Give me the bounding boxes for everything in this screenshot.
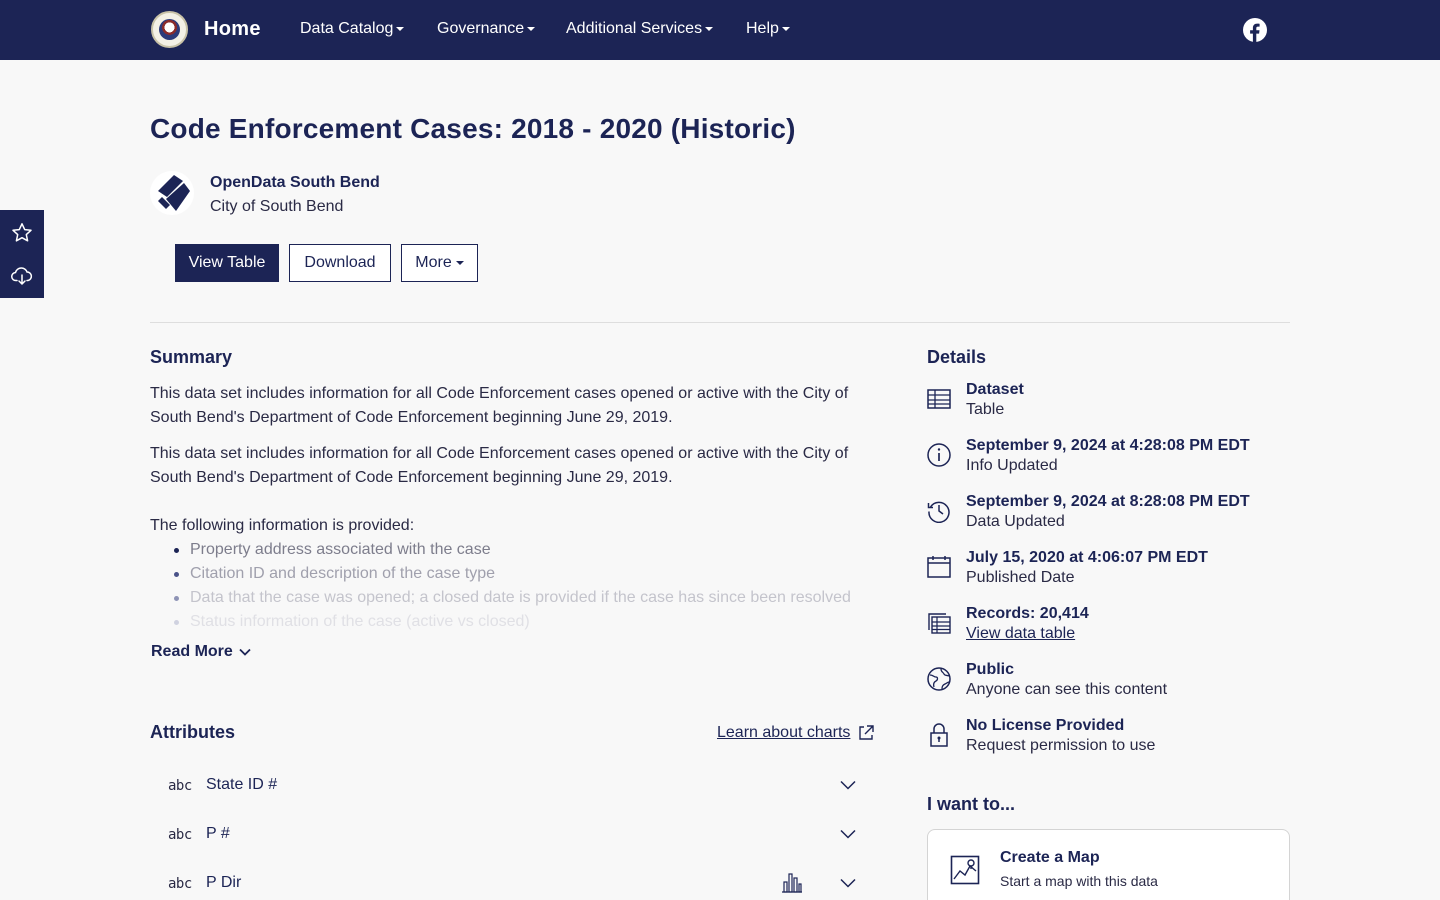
detail-title: Public	[966, 661, 1015, 678]
detail-subtitle: Info Updated	[966, 457, 1058, 474]
card-title: Create a Map	[1000, 849, 1100, 866]
string-type-icon: abc	[168, 827, 192, 843]
top-navigation-bar: Home Data Catalog Governance Additional …	[0, 0, 1440, 60]
detail-item-published: July 15, 2020 at 4:06:07 PM EDT Publishe…	[927, 549, 1287, 593]
detail-subtitle: Published Date	[966, 569, 1075, 586]
detail-item-records: Records: 20,414 View data table	[927, 605, 1287, 649]
chevron-down-icon	[239, 648, 251, 656]
download-button[interactable]: Download	[289, 244, 391, 282]
list-item: Citation ID and description of the case …	[190, 565, 496, 582]
read-more-label: Read More	[151, 643, 233, 660]
side-action-rail	[0, 210, 44, 298]
detail-title: September 9, 2024 at 8:28:08 PM EDT	[966, 493, 1250, 510]
list-item: Data that the case was opened; a closed …	[190, 589, 851, 606]
view-data-table-link[interactable]: View data table	[966, 625, 1075, 643]
string-type-icon: abc	[168, 778, 192, 794]
nav-governance[interactable]: Governance	[437, 20, 536, 38]
organization-name[interactable]: OpenData South Bend	[210, 174, 380, 192]
table-icon	[927, 389, 951, 409]
detail-item-info-updated: September 9, 2024 at 4:28:08 PM EDT Info…	[927, 437, 1287, 481]
organization-subtitle: City of South Bend	[210, 198, 344, 215]
detail-title: Dataset	[966, 381, 1024, 398]
more-button[interactable]: More	[401, 244, 478, 282]
list-item: Status information of the case (active v…	[190, 613, 530, 630]
bullet	[174, 548, 179, 553]
page-title: Code Enforcement Cases: 2018 - 2020 (His…	[150, 113, 796, 144]
bullet	[174, 596, 179, 601]
globe-icon	[927, 667, 951, 691]
bar-chart-icon[interactable]	[780, 870, 804, 894]
bullet	[174, 620, 179, 625]
detail-title: Records: 20,414	[966, 605, 1089, 622]
chevron-down-icon[interactable]	[840, 780, 856, 790]
star-icon[interactable]	[10, 221, 34, 245]
attribute-name: State ID #	[206, 776, 278, 793]
attributes-heading: Attributes	[150, 722, 235, 742]
detail-item-data-updated: September 9, 2024 at 8:28:08 PM EDT Data…	[927, 493, 1287, 537]
header-divider	[150, 322, 1290, 323]
detail-subtitle: Request permission to use	[966, 737, 1156, 754]
i-want-to-heading: I want to...	[927, 794, 1015, 814]
summary-list: Property address associated with the cas…	[150, 538, 880, 632]
info-icon	[927, 443, 951, 467]
detail-title: No License Provided	[966, 717, 1125, 734]
attribute-name: P Dir	[206, 874, 242, 891]
map-icon	[950, 855, 980, 885]
chevron-down-icon[interactable]	[840, 829, 856, 839]
external-link-icon	[859, 725, 875, 740]
detail-item-public: Public Anyone can see this content	[927, 661, 1287, 705]
more-button-label: More	[415, 254, 452, 271]
nav-data-catalog[interactable]: Data Catalog	[300, 20, 405, 38]
records-icon	[928, 613, 951, 634]
detail-title: July 15, 2020 at 4:06:07 PM EDT	[966, 549, 1208, 566]
caret-down-icon	[527, 26, 536, 31]
caret-down-icon	[705, 26, 714, 31]
city-seal-logo[interactable]	[151, 11, 188, 48]
summary-list-block: The following information is provided: P…	[150, 514, 880, 632]
lock-icon	[930, 723, 948, 747]
nav-home-link[interactable]: Home	[204, 18, 261, 41]
details-heading: Details	[927, 347, 987, 367]
caret-down-icon	[455, 261, 464, 265]
calendar-icon	[927, 556, 951, 578]
chevron-down-icon[interactable]	[840, 878, 856, 888]
string-type-icon: abc	[168, 876, 192, 892]
facebook-icon[interactable]	[1243, 18, 1267, 42]
detail-title: September 9, 2024 at 4:28:08 PM EDT	[966, 437, 1250, 454]
detail-subtitle: Table	[966, 401, 1005, 418]
attribute-row[interactable]: abc P Dir	[150, 860, 880, 900]
organization-logo[interactable]	[150, 171, 194, 215]
bullet	[174, 572, 179, 577]
summary-paragraph: This data set includes information for a…	[150, 445, 849, 486]
summary-paragraph: This data set includes information for a…	[150, 385, 849, 426]
detail-subtitle: Data Updated	[966, 513, 1065, 530]
read-more-toggle[interactable]: Read More	[151, 643, 251, 661]
caret-down-icon	[781, 26, 790, 31]
summary-list-intro: The following information is provided:	[150, 517, 415, 534]
nav-help[interactable]: Help	[746, 20, 790, 38]
detail-subtitle: Anyone can see this content	[966, 681, 1168, 698]
history-icon	[927, 501, 950, 523]
attribute-row[interactable]: abc P #	[150, 811, 880, 859]
card-subtitle: Start a map with this data	[1000, 873, 1158, 889]
nav-additional-services[interactable]: Additional Services	[566, 20, 714, 38]
summary-heading: Summary	[150, 347, 233, 367]
list-item: Property address associated with the cas…	[190, 541, 491, 558]
attribute-name: P #	[206, 825, 230, 842]
view-table-button[interactable]: View Table	[175, 244, 279, 282]
learn-about-charts-label: Learn about charts	[717, 724, 851, 741]
detail-item-dataset: Dataset Table	[927, 381, 1287, 425]
caret-down-icon	[396, 26, 405, 31]
cloud-download-icon[interactable]	[10, 264, 34, 288]
create-map-card[interactable]: Create a Map Start a map with this data	[927, 829, 1290, 900]
detail-item-license: No License Provided Request permission t…	[927, 717, 1287, 761]
attribute-row[interactable]: abc State ID #	[150, 762, 880, 810]
learn-about-charts-link[interactable]: Learn about charts	[717, 724, 875, 742]
